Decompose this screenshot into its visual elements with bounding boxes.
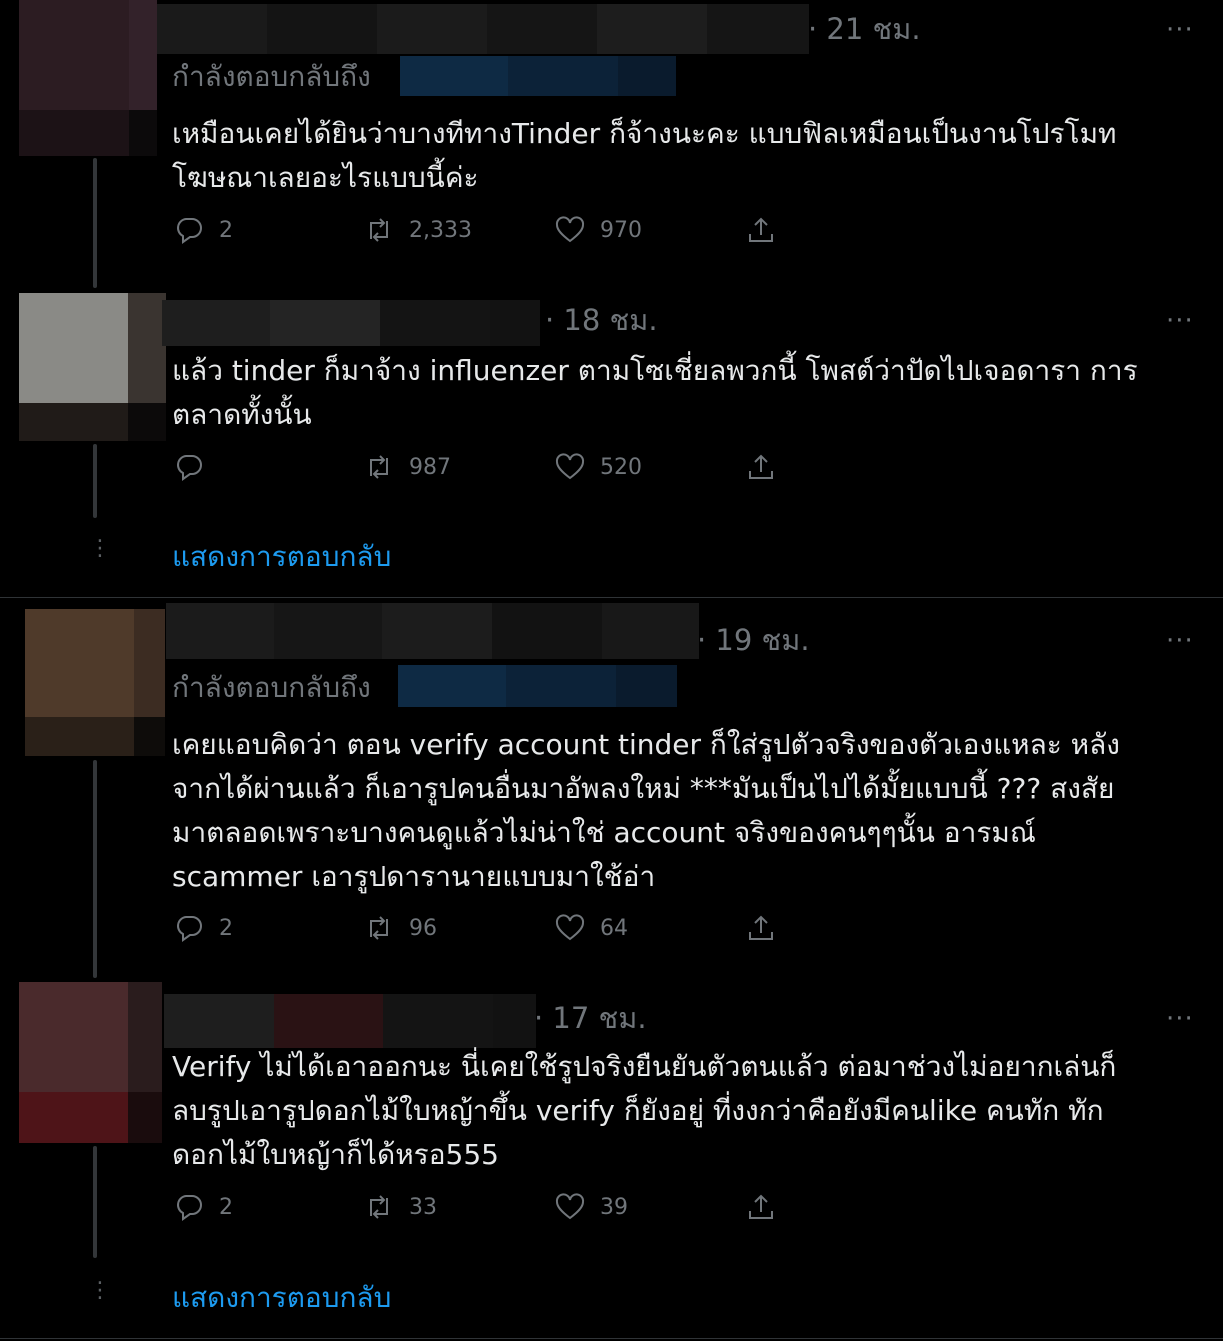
timestamp[interactable]: · 21 ชม. (808, 12, 921, 46)
like-button[interactable]: 39 (554, 1191, 628, 1223)
blurred-username[interactable] (162, 300, 540, 346)
more-icon[interactable]: ··· (1166, 1006, 1194, 1032)
divider (0, 597, 1223, 598)
thread-line (93, 444, 97, 518)
timestamp[interactable]: · 19 ชม. (697, 623, 810, 657)
reply-icon (177, 916, 202, 942)
reply-count: 2 (219, 1194, 233, 1220)
retweet-count: 987 (409, 454, 451, 480)
divider (0, 1338, 1223, 1339)
retweet-icon (370, 218, 388, 242)
more-replies-dots-icon: ⋮ (89, 536, 111, 561)
share-button[interactable] (745, 912, 777, 944)
blurred-username[interactable] (157, 4, 809, 54)
tweet-text: เหมือนเคยได้ยินว่าบางทีทางTinder ก็จ้างน… (172, 117, 1117, 194)
retweet-button[interactable]: 96 (363, 912, 437, 944)
thread-line (93, 1146, 97, 1258)
retweet-count: 2,333 (409, 217, 472, 243)
timestamp[interactable]: · 17 ชม. (534, 1001, 647, 1035)
tweet-text: เคยแอบคิดว่า ตอน verify account tinder ก… (172, 728, 1120, 893)
replying-to-label: กำลังตอบกลับถึง (172, 60, 371, 93)
like-count: 970 (600, 217, 642, 243)
blurred-reply-handle[interactable] (398, 665, 677, 707)
retweet-count: 33 (409, 1194, 437, 1220)
timestamp[interactable]: · 18 ชม. (545, 303, 658, 337)
like-count: 64 (600, 915, 628, 941)
share-icon (749, 454, 773, 479)
reply-button[interactable]: 2 (173, 1191, 233, 1223)
like-button[interactable]: 520 (554, 451, 642, 483)
like-count: 39 (600, 1194, 628, 1220)
retweet-button[interactable]: 33 (363, 1191, 437, 1223)
reply-count: 2 (219, 217, 233, 243)
more-replies-dots-icon: ⋮ (89, 1278, 111, 1303)
reply-icon (177, 455, 202, 481)
show-replies-link[interactable]: แสดงการตอบกลับ (172, 540, 391, 574)
reply-button[interactable] (173, 451, 219, 483)
reply-count: 2 (219, 915, 233, 941)
avatar[interactable] (19, 293, 166, 441)
avatar[interactable] (19, 0, 157, 156)
share-icon (749, 217, 773, 242)
twitter-replies-screen: { "tweets": [ { "time": "· 21 ชม.", "rep… (0, 0, 1223, 1341)
avatar[interactable] (19, 982, 162, 1143)
tweet-text: แล้ว tinder ก็มาจ้าง influenzer ตามโซเชี… (172, 354, 1138, 431)
more-icon[interactable]: ··· (1166, 17, 1194, 43)
thread-line (93, 760, 97, 978)
more-icon[interactable]: ··· (1166, 308, 1194, 334)
retweet-button[interactable]: 2,333 (363, 214, 472, 246)
more-icon[interactable]: ··· (1166, 628, 1194, 654)
blurred-reply-handle[interactable] (400, 56, 676, 96)
like-icon (555, 1193, 585, 1220)
reply-button[interactable]: 2 (173, 214, 233, 246)
like-icon (555, 216, 585, 243)
share-button[interactable] (745, 1191, 777, 1223)
retweet-icon (370, 916, 388, 940)
retweet-icon (370, 1195, 388, 1219)
like-icon (555, 453, 585, 480)
retweet-button[interactable]: 987 (363, 451, 451, 483)
retweet-icon (370, 455, 388, 479)
tweet-text: Verify ไม่ได้เอาออกนะ นี่เคยใช้รูปจริงยื… (172, 1050, 1117, 1171)
reply-icon (177, 1195, 202, 1221)
share-button[interactable] (745, 451, 777, 483)
like-button[interactable]: 64 (554, 912, 628, 944)
show-replies-link[interactable]: แสดงการตอบกลับ (172, 1281, 391, 1315)
retweet-count: 96 (409, 915, 437, 941)
blurred-username[interactable] (166, 603, 699, 659)
thread-line (93, 158, 97, 288)
avatar[interactable] (25, 609, 165, 756)
reply-icon (177, 218, 202, 244)
like-button[interactable]: 970 (554, 214, 642, 246)
like-icon (555, 914, 585, 941)
reply-button[interactable]: 2 (173, 912, 233, 944)
share-button[interactable] (745, 214, 777, 246)
blurred-username[interactable] (164, 994, 536, 1048)
share-icon (749, 1194, 773, 1219)
like-count: 520 (600, 454, 642, 480)
replying-to-label: กำลังตอบกลับถึง (172, 671, 371, 704)
share-icon (749, 915, 773, 940)
